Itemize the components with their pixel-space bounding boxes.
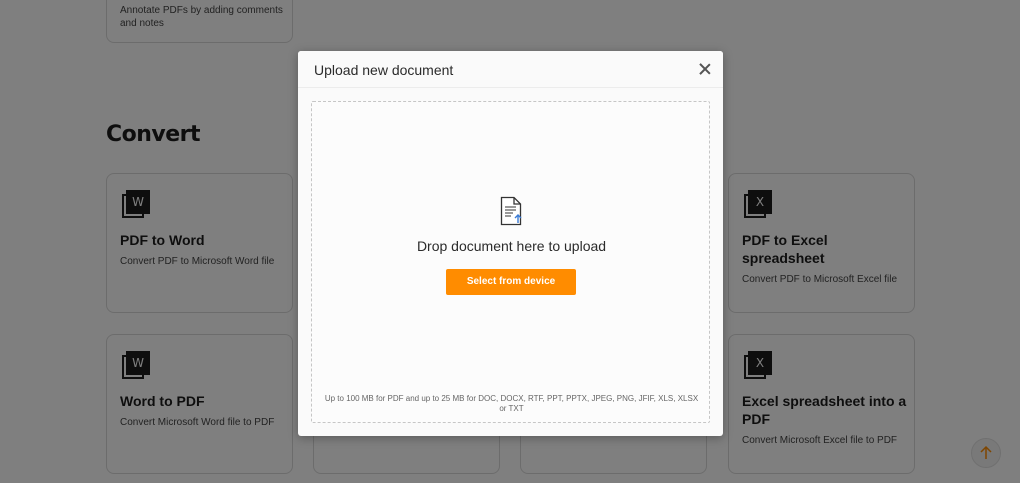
dialog-header: Upload new document: [298, 51, 723, 88]
file-drop-zone[interactable]: Drop document here to upload Select from…: [311, 101, 710, 423]
close-icon[interactable]: [698, 62, 712, 76]
upload-dialog: Upload new document Drop document here t…: [298, 51, 723, 436]
select-from-device-button[interactable]: Select from device: [446, 269, 576, 295]
upload-limits-note: Up to 100 MB for PDF and up to 25 MB for…: [324, 394, 699, 413]
document-upload-icon: [500, 196, 522, 226]
dialog-title: Upload new document: [314, 62, 454, 78]
drop-instruction: Drop document here to upload: [416, 238, 607, 254]
